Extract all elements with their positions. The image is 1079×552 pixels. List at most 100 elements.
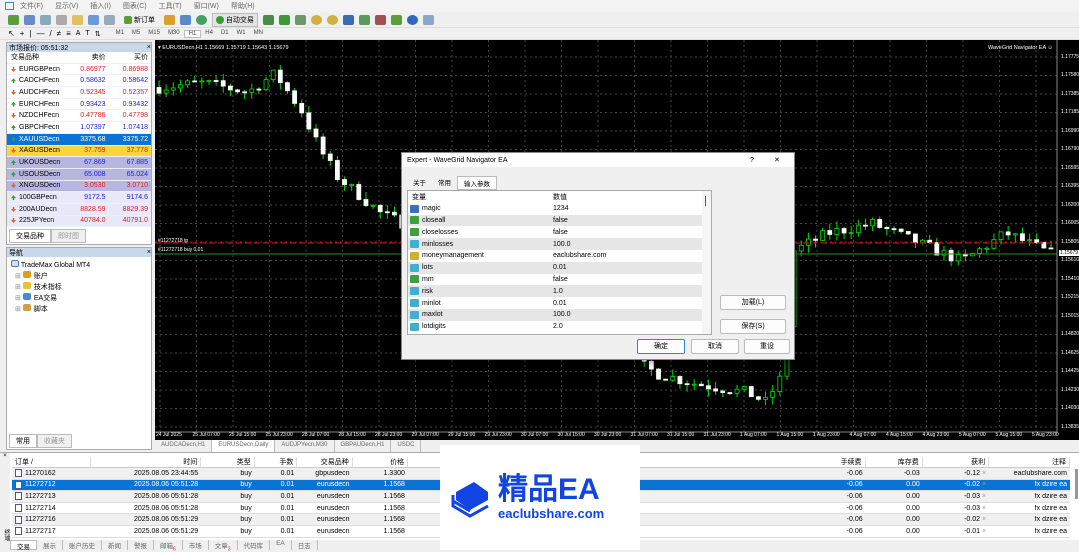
column-header[interactable]: 手数 xyxy=(255,456,298,467)
autoscroll-icon[interactable] xyxy=(358,14,370,25)
param-value[interactable]: 0.01 xyxy=(553,300,567,307)
expand-icon[interactable]: ⊞ xyxy=(15,295,23,302)
chart-tab[interactable]: AUDJPYecn,M30 xyxy=(275,440,335,452)
close-icon[interactable]: × xyxy=(147,44,151,51)
market-watch-row[interactable]: USOUSDecn 65.008 65.024 xyxy=(7,168,151,181)
bar-chart-icon[interactable] xyxy=(262,14,274,25)
zoom-in-icon[interactable] xyxy=(310,14,322,25)
param-value[interactable]: 1.0 xyxy=(553,288,563,295)
timeframe-m1[interactable]: M1 xyxy=(112,30,128,38)
close-icon[interactable]: × xyxy=(0,453,10,459)
save-button[interactable]: 保存(S) xyxy=(720,319,786,334)
market-watch-row[interactable]: 200AUDecn 8828.59 8829.39 xyxy=(7,203,151,216)
menu-item[interactable]: 窗口(W) xyxy=(194,1,219,11)
ok-button[interactable]: 确定 xyxy=(637,339,685,354)
timeframe-m30[interactable]: M30 xyxy=(164,30,184,38)
param-row[interactable]: lotdigits 2.0 xyxy=(408,321,711,333)
indicators-icon[interactable] xyxy=(390,14,402,25)
crosshair-icon[interactable]: + xyxy=(20,29,25,38)
terminal-tab[interactable]: EA xyxy=(270,540,292,550)
data-window-icon[interactable] xyxy=(56,14,67,25)
auto-trading-button[interactable]: 自动交易 xyxy=(211,12,258,27)
periods-icon[interactable] xyxy=(406,14,418,25)
column-header[interactable]: 价格 xyxy=(353,456,409,467)
close-order-icon[interactable]: × xyxy=(980,481,986,488)
trendline-icon[interactable]: / xyxy=(49,29,51,38)
terminal-tab[interactable]: 文章3 xyxy=(209,540,238,552)
menu-item[interactable]: 帮助(H) xyxy=(231,1,255,11)
terminal-tab[interactable]: 邮箱6 xyxy=(154,540,183,552)
chart-tab[interactable]: AUDCADecn,H1 xyxy=(155,440,213,452)
terminal-tab[interactable]: 账户历史 xyxy=(63,540,102,550)
navigator-icon[interactable] xyxy=(72,14,83,25)
tile-windows-icon[interactable] xyxy=(342,14,354,25)
close-order-icon[interactable]: × xyxy=(980,470,986,477)
new-chart-icon[interactable] xyxy=(8,14,19,25)
scrollbar[interactable] xyxy=(1075,469,1078,499)
signals-icon[interactable] xyxy=(179,14,191,25)
expand-icon[interactable]: ⊞ xyxy=(15,306,23,313)
chart-tab[interactable]: USDC xyxy=(391,440,422,452)
terminal-tab[interactable]: 代码库 xyxy=(238,540,271,550)
param-row[interactable]: minlot 0.01 xyxy=(408,297,711,309)
nav-item[interactable]: ⊞ 脚本 xyxy=(15,304,147,315)
column-header[interactable]: 交易品种 xyxy=(297,456,353,467)
menu-item[interactable]: 插入(I) xyxy=(90,1,111,11)
market-watch-row[interactable]: XNGUSDecn 3.0530 3.0710 xyxy=(7,180,151,193)
tab-symbols[interactable]: 交易品种 xyxy=(9,229,51,243)
horizontal-line-icon[interactable]: — xyxy=(36,29,44,38)
new-order-button[interactable]: 新订单 xyxy=(120,13,159,27)
column-header[interactable]: 订单 / xyxy=(12,456,92,467)
nav-item[interactable]: ⊞ 技术指标 xyxy=(15,282,147,293)
close-order-icon[interactable]: × xyxy=(980,528,986,535)
params-scrollbar[interactable] xyxy=(702,191,711,334)
param-value[interactable]: 100.0 xyxy=(553,311,571,318)
line-chart-icon[interactable] xyxy=(294,14,306,25)
menu-item[interactable]: 显示(V) xyxy=(55,1,78,11)
market-watch-row[interactable]: EURGBPecn 0.86977 0.86988 xyxy=(7,63,151,76)
reset-button[interactable]: 重设 xyxy=(744,339,790,354)
vertical-line-icon[interactable]: | xyxy=(29,29,31,38)
column-header[interactable]: 获利 xyxy=(923,456,990,467)
load-button[interactable]: 加载(L) xyxy=(720,295,786,310)
column-header[interactable]: 手续费 xyxy=(637,456,866,467)
market-watch-icon[interactable] xyxy=(40,14,51,25)
candlestick-icon[interactable] xyxy=(278,14,290,25)
column-bid[interactable]: 卖价 xyxy=(66,52,108,62)
vps-icon[interactable] xyxy=(195,14,207,25)
text-icon[interactable]: A xyxy=(76,30,81,37)
param-value[interactable]: eaclubshare.com xyxy=(553,252,606,259)
nav-item[interactable]: ⊞ EA交易 xyxy=(15,293,147,304)
tab-about[interactable]: 关于 xyxy=(407,176,432,190)
terminal-tab[interactable]: 交易 xyxy=(10,540,37,551)
chart-tab[interactable]: EURUSDecn,Daily xyxy=(212,440,276,452)
param-row[interactable]: minlosses 100.0 xyxy=(408,238,711,250)
close-order-icon[interactable]: × xyxy=(980,493,986,500)
menu-item[interactable]: 图表(C) xyxy=(123,1,147,11)
market-watch-row[interactable]: GBPCHFecn 1.07397 1.07418 xyxy=(7,122,151,134)
param-value[interactable]: 0.01 xyxy=(553,264,567,271)
zoom-out-icon[interactable] xyxy=(326,14,338,25)
param-value[interactable]: 2.0 xyxy=(553,323,563,330)
param-value[interactable]: false xyxy=(553,217,568,224)
tester-icon[interactable] xyxy=(104,14,115,25)
tab-common[interactable]: 常用 xyxy=(432,176,457,190)
tab-tick-chart[interactable]: 即时图 xyxy=(51,229,86,243)
param-row[interactable]: closelosses false xyxy=(408,226,711,238)
param-row[interactable]: maxlot 100.0 xyxy=(408,308,711,321)
timeframe-d1[interactable]: D1 xyxy=(217,30,233,38)
column-header[interactable]: 类型 xyxy=(201,456,255,467)
param-value[interactable]: 1234 xyxy=(553,205,569,212)
cursor-icon[interactable]: ↖ xyxy=(8,29,15,38)
param-row[interactable]: magic 1234 xyxy=(408,203,711,215)
text-label-icon[interactable]: T xyxy=(85,30,89,37)
tab-inputs[interactable]: 输入参数 xyxy=(457,176,497,190)
param-row[interactable]: moneymanagement eaclubshare.com xyxy=(408,250,711,262)
terminal-icon[interactable] xyxy=(88,14,99,25)
terminal-tab[interactable]: 新闻 xyxy=(102,540,128,550)
column-header[interactable]: 注释 xyxy=(989,456,1070,467)
close-order-icon[interactable]: × xyxy=(980,516,986,523)
column-symbol[interactable]: 交易品种 xyxy=(7,52,66,62)
market-watch-row[interactable]: XAUUSDecn 3375.68 3375.72 xyxy=(7,133,151,146)
fibonacci-icon[interactable]: ≡ xyxy=(66,29,71,38)
